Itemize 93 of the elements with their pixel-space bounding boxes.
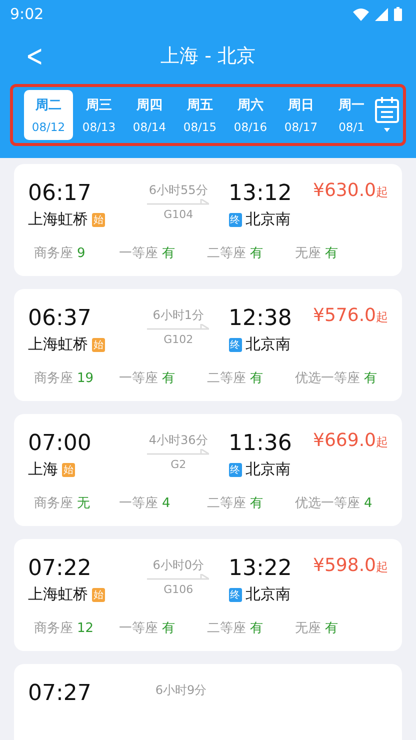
seat-availability: 4 xyxy=(162,496,170,511)
seat-class: 无座 xyxy=(295,245,321,262)
price-suffix: 起 xyxy=(376,435,388,449)
price: ¥576.0 xyxy=(313,305,376,326)
arrival-time: 11:36 xyxy=(228,430,293,458)
train-card[interactable]: 06:17 上海虹桥 始 6小时55分 G104 13:12 终 北京南 ¥630.0起 商务座 9 一等座 有 二等座 有 无座 有 xyxy=(14,164,402,276)
seat-availability: 有 xyxy=(250,370,263,387)
page-title: 上海 - 北京 xyxy=(160,44,256,69)
seat-class: 商务座 xyxy=(34,370,73,387)
arrival-time: 12:38 xyxy=(228,305,293,333)
departure-time: 07:00 xyxy=(28,430,92,458)
train-number: G102 xyxy=(164,333,194,346)
seat-class: 商务座 xyxy=(34,245,73,262)
departure-time: 06:37 xyxy=(28,305,92,333)
departure-time: 07:27 xyxy=(28,680,92,708)
seat-class: 优选一等座 xyxy=(295,495,360,512)
arrival-station: 北京南 xyxy=(246,585,291,604)
seat-class: 一等座 xyxy=(119,370,158,387)
price: ¥630.0 xyxy=(313,180,376,201)
departure-time: 07:22 xyxy=(28,555,92,583)
train-card[interactable]: 07:22 上海虹桥 始 6小时0分 G106 13:22 终 北京南 ¥598.0起 商务座 12 一等座 有 二等座 有 无座 有 xyxy=(14,539,402,651)
train-number: G2 xyxy=(170,458,186,471)
seat-availability: 有 xyxy=(162,370,175,387)
train-card[interactable]: 07:00 上海 始 4小时36分 G2 11:36 终 北京南 ¥669.0起 商务座 无 一等座 4 二等座 有 优选一等座 4 xyxy=(14,414,402,526)
arrival-station: 北京南 xyxy=(246,210,291,229)
train-card[interactable]: 07:27 6小时9分 xyxy=(14,664,402,740)
seat-availability: 4 xyxy=(364,496,372,511)
departure-station: 上海虹桥 xyxy=(28,335,88,354)
date-tab[interactable]: 周一 08/1 xyxy=(327,90,376,140)
price-suffix: 起 xyxy=(376,310,388,324)
seat-class: 一等座 xyxy=(119,495,158,512)
seat-class: 二等座 xyxy=(207,245,246,262)
departure-time: 06:17 xyxy=(28,180,92,208)
origin-badge: 始 xyxy=(92,588,105,602)
train-number: G106 xyxy=(164,583,194,596)
seat-availability: 有 xyxy=(325,245,338,262)
seat-class: 二等座 xyxy=(207,620,246,637)
seat-availability: 19 xyxy=(77,371,94,386)
duration: 6小时0分 xyxy=(152,557,204,574)
price: ¥598.0 xyxy=(313,555,376,576)
seat-availability: 无 xyxy=(77,495,90,512)
battery-icon xyxy=(394,7,402,21)
seat-class: 无座 xyxy=(295,620,321,637)
seat-availability: 有 xyxy=(364,370,377,387)
price: ¥669.0 xyxy=(313,430,376,451)
train-number: G104 xyxy=(164,208,194,221)
seat-class: 一等座 xyxy=(119,620,158,637)
seat-availability: 12 xyxy=(77,621,94,636)
terminal-badge: 终 xyxy=(228,338,242,352)
date-tab[interactable]: 周四 08/14 xyxy=(125,90,174,140)
seat-availability: 有 xyxy=(250,495,263,512)
terminal-badge: 终 xyxy=(228,588,242,602)
calendar-icon[interactable] xyxy=(374,96,400,134)
terminal-badge: 终 xyxy=(228,212,242,226)
seat-availability: 有 xyxy=(250,245,263,262)
signal-icon xyxy=(375,8,388,20)
price-suffix: 起 xyxy=(376,185,388,199)
origin-badge: 始 xyxy=(92,212,105,226)
seat-availability: 有 xyxy=(162,245,175,262)
seat-class: 商务座 xyxy=(34,620,73,637)
back-button[interactable]: < xyxy=(22,38,48,74)
seat-class: 商务座 xyxy=(34,495,73,512)
arrival-station: 北京南 xyxy=(246,335,291,354)
seat-availability: 9 xyxy=(77,246,86,261)
duration: 6小时1分 xyxy=(152,307,204,324)
date-tab[interactable]: 周三 08/13 xyxy=(74,90,124,140)
seat-class: 二等座 xyxy=(207,495,246,512)
departure-station: 上海虹桥 xyxy=(28,585,88,604)
arrival-time: 13:22 xyxy=(228,555,293,583)
duration: 6小时9分 xyxy=(155,682,207,699)
origin-badge: 始 xyxy=(92,338,105,352)
seat-class: 二等座 xyxy=(207,370,246,387)
arrival-time: 13:12 xyxy=(228,180,293,208)
wifi-icon xyxy=(353,8,369,20)
date-tab[interactable]: 周日 08/17 xyxy=(276,90,326,140)
status-time: 9:02 xyxy=(10,5,44,23)
duration: 6小时55分 xyxy=(148,182,208,199)
date-tab[interactable]: 周六 08/16 xyxy=(226,90,275,140)
seat-availability: 有 xyxy=(325,620,338,637)
seat-class: 优选一等座 xyxy=(295,370,360,387)
terminal-badge: 终 xyxy=(228,462,242,476)
price-suffix: 起 xyxy=(376,560,388,574)
departure-station: 上海虹桥 xyxy=(28,210,88,229)
seat-availability: 有 xyxy=(162,620,175,637)
arrival-station: 北京南 xyxy=(246,460,291,479)
date-tab[interactable]: 周二 08/12 xyxy=(24,90,73,140)
departure-station: 上海 xyxy=(28,460,58,479)
date-tab[interactable]: 周五 08/15 xyxy=(176,90,224,140)
seat-availability: 有 xyxy=(250,620,263,637)
train-card[interactable]: 06:37 上海虹桥 始 6小时1分 G102 12:38 终 北京南 ¥576.0起 商务座 19 一等座 有 二等座 有 优选一等座 有 xyxy=(14,289,402,401)
duration: 4小时36分 xyxy=(148,432,208,449)
origin-badge: 始 xyxy=(62,462,75,476)
seat-class: 一等座 xyxy=(119,245,158,262)
